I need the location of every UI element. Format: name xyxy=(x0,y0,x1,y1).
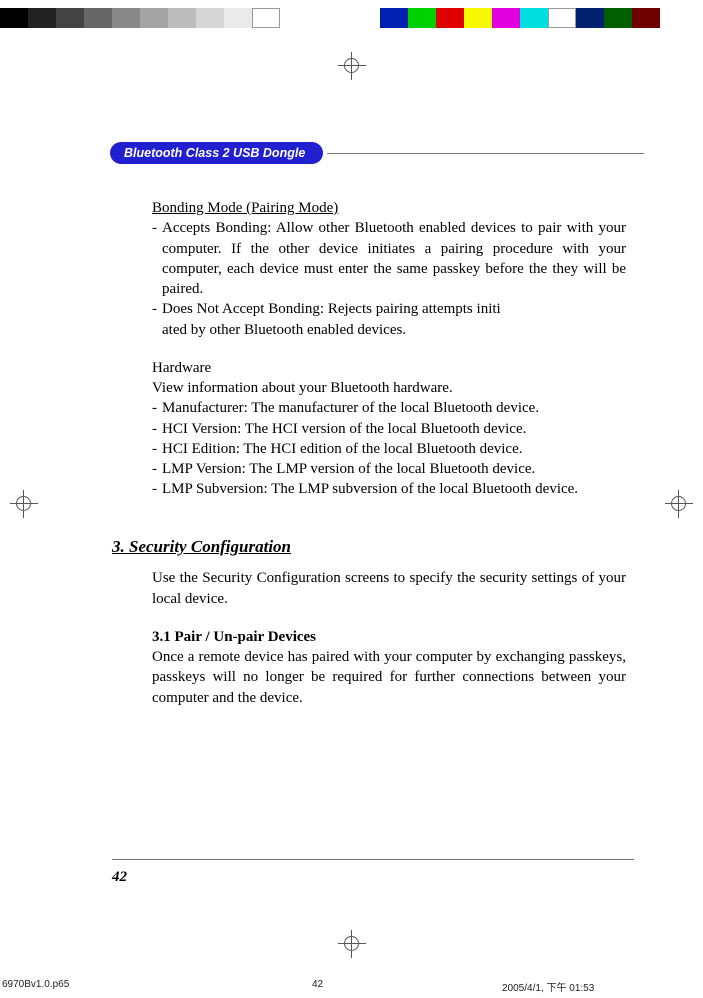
header-row: Bluetooth Class 2 USB Dongle xyxy=(110,142,644,164)
section-3-1-body: Once a remote device has paired with you… xyxy=(152,647,626,708)
registration-mark-right xyxy=(665,490,693,518)
hw-item-2: - HCI Version: The HCI version of the lo… xyxy=(152,419,626,439)
print-footer-file: 6970Bv1.0.p65 xyxy=(2,979,312,994)
hw-item-3: - HCI Edition: The HCI edition of the lo… xyxy=(152,439,626,459)
bonding-item-1: - Accepts Bonding: Allow other Bluetooth… xyxy=(152,218,626,299)
footer-rule xyxy=(112,859,634,860)
header-rule xyxy=(327,153,644,154)
hw-item-4: - LMP Version: The LMP version of the lo… xyxy=(152,459,626,479)
hardware-title: Hardware xyxy=(152,358,626,378)
page-frame: Bluetooth Class 2 USB Dongle Bonding Mod… xyxy=(52,98,654,908)
page-number: 42 xyxy=(112,869,127,886)
section-3-heading: 3. Security Configuration xyxy=(112,536,626,559)
bonding-title: Bonding Mode (Pairing Mode) xyxy=(152,198,626,218)
header-badge: Bluetooth Class 2 USB Dongle xyxy=(110,142,323,164)
section-3-1-heading: 3.1 Pair / Un-pair Devices xyxy=(152,627,626,647)
print-footer-page: 42 xyxy=(312,979,502,994)
hardware-intro: View information about your Bluetooth ha… xyxy=(152,378,626,398)
print-footer-datetime: 2005/4/1, 下午 01:53 xyxy=(502,979,703,994)
registration-mark-top xyxy=(338,52,366,80)
print-footer: 6970Bv1.0.p65 42 2005/4/1, 下午 01:53 xyxy=(2,979,703,994)
registration-mark-left xyxy=(10,490,38,518)
color-calibration-bar xyxy=(0,8,660,28)
bonding-item-2: - Does Not Accept Bonding: Rejects pairi… xyxy=(152,299,626,340)
registration-mark-bottom xyxy=(338,930,366,958)
section-3-intro: Use the Security Configuration screens t… xyxy=(152,568,626,609)
hw-item-1: - Manufacturer: The manufacturer of the … xyxy=(152,398,626,418)
hw-item-5: - LMP Subversion: The LMP subversion of … xyxy=(152,479,626,499)
body-text: Bonding Mode (Pairing Mode) - Accepts Bo… xyxy=(152,198,626,708)
